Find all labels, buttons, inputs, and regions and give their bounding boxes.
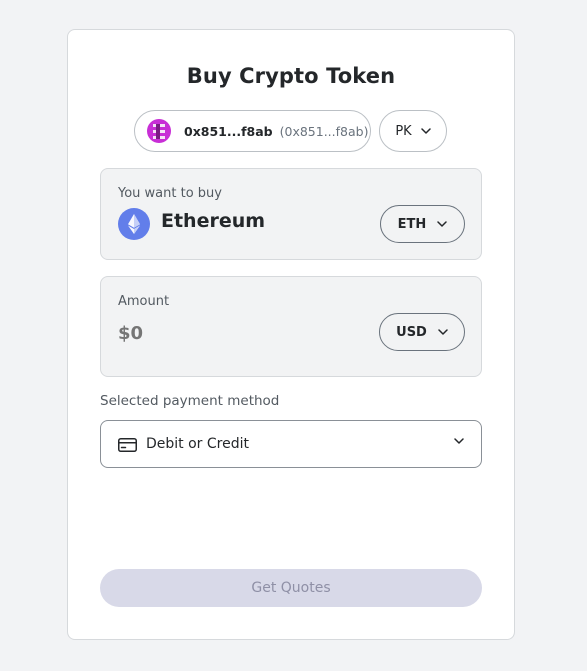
buy-token-box: You want to buy Ethereum ETH xyxy=(100,168,482,260)
account-name: 0x851...f8ab xyxy=(184,123,273,139)
buy-label: You want to buy xyxy=(118,186,222,201)
currency-value: USD xyxy=(396,324,427,340)
buy-crypto-card: Buy Crypto Token 0x851...f8ab (0x851...f… xyxy=(67,29,515,640)
chevron-down-icon xyxy=(437,221,448,227)
chevron-down-icon xyxy=(438,329,448,335)
payment-method-label: Selected payment method xyxy=(100,393,280,409)
account-address: (0x851...f8ab) xyxy=(279,123,369,139)
amount-box: Amount USD xyxy=(100,276,482,377)
credit-card-icon xyxy=(118,437,137,452)
payment-method-value: Debit or Credit xyxy=(146,436,249,452)
page-title: Buy Crypto Token xyxy=(186,64,396,88)
currency-selector[interactable]: USD xyxy=(379,313,465,351)
account-avatar-icon xyxy=(147,119,171,143)
token-symbol: ETH xyxy=(397,216,427,232)
get-quotes-button[interactable]: Get Quotes xyxy=(100,569,482,607)
chevron-down-icon xyxy=(420,128,431,134)
chevron-down-icon xyxy=(454,438,464,444)
region-value: PK xyxy=(395,123,412,139)
ethereum-icon xyxy=(118,208,150,240)
region-selector[interactable]: PK xyxy=(379,110,447,152)
token-name: Ethereum xyxy=(161,210,266,232)
account-selector[interactable]: 0x851...f8ab (0x851...f8ab) xyxy=(134,110,371,152)
account-row: 0x851...f8ab (0x851...f8ab) PK xyxy=(68,110,514,152)
token-selector[interactable]: ETH xyxy=(380,205,465,243)
amount-input[interactable] xyxy=(118,323,318,344)
payment-method-selector[interactable]: Debit or Credit xyxy=(100,420,482,468)
amount-label: Amount xyxy=(118,294,170,309)
